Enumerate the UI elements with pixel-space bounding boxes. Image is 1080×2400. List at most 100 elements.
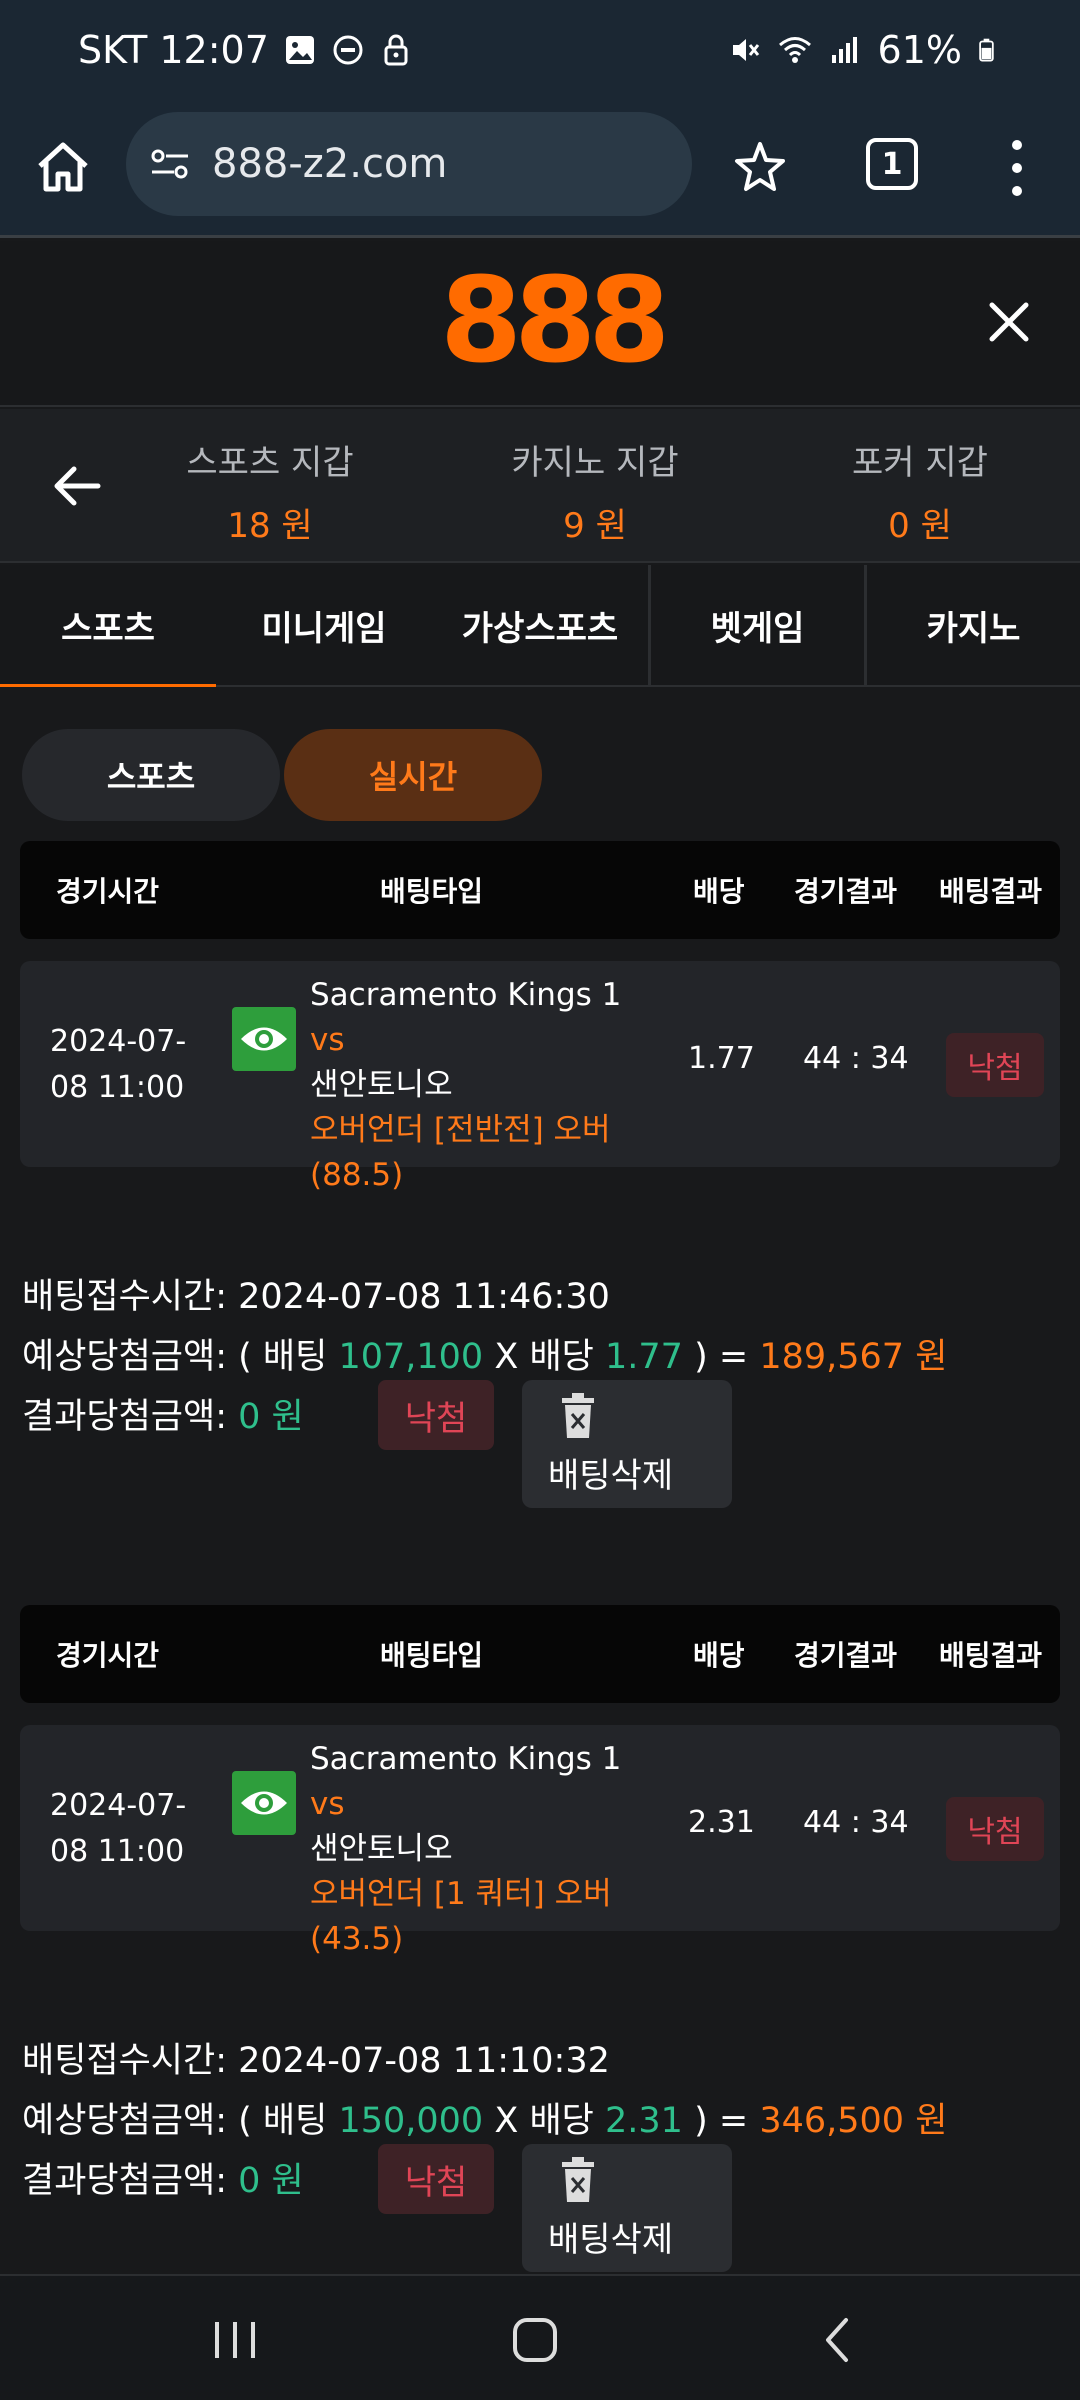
bet-word: ( 배팅 <box>238 2101 328 2141</box>
header-match-result: 경기결과 <box>794 875 898 908</box>
odds-word: X 배당 <box>494 1337 594 1377</box>
final-win-line: 결과당첨금액: 0 원 <box>22 1388 304 1439</box>
vs-label: vs <box>310 1786 345 1822</box>
bet-line: (43.5) <box>310 1921 404 1957</box>
bet-amount: 107,100 <box>338 1337 484 1377</box>
tab-count: 1 <box>881 146 903 182</box>
match-time: 2024-07- 08 11:00 <box>50 1019 200 1111</box>
site-settings-icon[interactable] <box>148 142 192 186</box>
eye-icon <box>241 1791 287 1815</box>
home-nav-icon[interactable] <box>505 2312 565 2368</box>
back-arrow-icon[interactable] <box>50 459 104 513</box>
team-away: 샌안토니오 <box>310 1831 453 1867</box>
delete-label: 배팅삭제 <box>548 1456 674 1496</box>
final-win-line: 결과당첨금액: 0 원 <box>22 2152 304 2203</box>
odds-value: 2.31 <box>688 1805 755 1840</box>
final-result-badge: 낙첨 <box>378 1380 494 1450</box>
final-amount: 0 원 <box>238 2161 304 2201</box>
header-match-time: 경기시간 <box>56 1639 160 1672</box>
received-label: 배팅접수시간: <box>22 2041 227 2081</box>
browser-menu-button[interactable] <box>1000 140 1034 196</box>
team-away: 샌안토니오 <box>310 1067 453 1103</box>
odds-amount: 1.77 <box>605 1337 683 1377</box>
tab-betgame[interactable]: 벳게임 <box>648 565 864 685</box>
final-amount: 0 원 <box>238 1397 304 1437</box>
header-odds: 배당 <box>693 875 745 908</box>
lock-icon <box>384 34 408 66</box>
bet-line: (88.5) <box>310 1157 404 1193</box>
bet-amount: 150,000 <box>338 2101 484 2141</box>
odds-amount: 2.31 <box>605 2101 683 2141</box>
view-match-button[interactable] <box>232 1771 296 1835</box>
address-bar[interactable]: 888-z2.com <box>126 112 692 216</box>
bet-option: 오버언더 [1 쿼터] 오버 <box>310 1876 612 1912</box>
wifi-icon <box>778 37 811 63</box>
wallet-poker: 포커 지갑 0 원 <box>820 435 1020 547</box>
bet-summary: 배팅접수시간: 2024-07-08 11:10:32 예상당첨금액: ( 배팅… <box>22 2032 1062 2272</box>
bet-result-badge: 낙첨 <box>946 1797 1044 1861</box>
header-bet-type: 배팅타입 <box>380 875 484 908</box>
expected-win-line: 예상당첨금액: ( 배팅 107,100 X 배당 1.77 ) = 189,5… <box>22 1328 947 1379</box>
wallet-value: 9 원 <box>563 506 627 546</box>
back-nav-icon[interactable] <box>810 2312 870 2368</box>
bet-summary: 배팅접수시간: 2024-07-08 11:46:30 예상당첨금액: ( 배팅… <box>22 1268 1062 1508</box>
url-text[interactable]: 888-z2.com <box>212 141 447 187</box>
expected-label: 예상당첨금액: <box>22 2101 227 2141</box>
header-bet-result: 배팅결과 <box>939 875 1043 908</box>
trash-icon <box>562 2157 594 2202</box>
received-label: 배팅접수시간: <box>22 1277 227 1317</box>
delete-bet-button[interactable]: 배팅삭제 <box>522 1380 732 1508</box>
vs-label: vs <box>310 1022 345 1058</box>
gallery-icon <box>285 36 314 64</box>
tab-sports[interactable]: 스포츠 <box>0 565 216 687</box>
bet-result-badge: 낙첨 <box>946 1033 1044 1097</box>
wallet-label: 포커 지갑 <box>852 443 988 483</box>
view-match-button[interactable] <box>232 1007 296 1071</box>
wallet-casino: 카지노 지갑 9 원 <box>495 435 695 547</box>
browser-toolbar: 888-z2.com 1 <box>0 108 1080 238</box>
carrier-time: SKT 12:07 <box>78 28 269 72</box>
close-icon[interactable] <box>986 299 1032 345</box>
wallet-label: 스포츠 지갑 <box>186 443 354 483</box>
date-line: 2024-07- <box>50 1024 187 1059</box>
final-label: 결과당첨금액: <box>22 2161 227 2201</box>
tab-virtual-sports[interactable]: 가상스포츠 <box>432 565 648 685</box>
battery-icon <box>979 38 994 62</box>
table-header: 경기시간 배팅타입 배당 경기결과 배팅결과 <box>20 841 1060 939</box>
match-score: 44 : 34 <box>803 1805 909 1840</box>
sub-tabs: 스포츠 실시간 <box>22 729 542 821</box>
site-logo[interactable]: 888 <box>440 261 670 379</box>
final-label: 결과당첨금액: <box>22 1397 227 1437</box>
home-icon[interactable] <box>34 138 92 196</box>
header-odds: 배당 <box>693 1639 745 1672</box>
category-tabs: 스포츠 미니게임 가상스포츠 벳게임 카지노 <box>0 565 1080 687</box>
bet-option: 오버언더 [전반전] 오버 <box>310 1112 611 1148</box>
odds-value: 1.77 <box>688 1041 755 1076</box>
equals-sign: ) = <box>694 2101 749 2141</box>
signal-icon <box>831 37 857 63</box>
match-score: 44 : 34 <box>803 1041 909 1076</box>
tab-minigame[interactable]: 미니게임 <box>216 565 432 685</box>
received-time-line: 배팅접수시간: 2024-07-08 11:10:32 <box>22 2032 610 2083</box>
recent-apps-icon[interactable] <box>205 2312 265 2368</box>
subtab-live[interactable]: 실시간 <box>284 729 542 821</box>
tab-casino[interactable]: 카지노 <box>864 565 1080 685</box>
bet-type: Sacramento Kings 1 vs 샌안토니오 오버언더 [전반전] 오… <box>310 973 650 1198</box>
tab-switcher-button[interactable]: 1 <box>866 138 918 190</box>
site-header: 888 <box>0 241 1080 407</box>
wallet-row: 스포츠 지갑 18 원 카지노 지갑 9 원 포커 지갑 0 원 <box>0 409 1080 563</box>
odds-word: X 배당 <box>494 2101 594 2141</box>
bookmark-star-icon[interactable] <box>730 138 790 198</box>
expected-amount: 189,567 원 <box>759 1337 948 1377</box>
bet-type: Sacramento Kings 1 vs 샌안토니오 오버언더 [1 쿼터] … <box>310 1737 650 1962</box>
delete-bet-button[interactable]: 배팅삭제 <box>522 2144 732 2272</box>
date-line: 08 11:00 <box>50 1070 185 1105</box>
expected-win-line: 예상당첨금액: ( 배팅 150,000 X 배당 2.31 ) = 346,5… <box>22 2092 947 2143</box>
header-match-result: 경기결과 <box>794 1639 898 1672</box>
subtab-sports[interactable]: 스포츠 <box>22 729 280 821</box>
wallet-label: 카지노 지갑 <box>511 443 679 483</box>
status-left: SKT 12:07 <box>78 28 413 72</box>
wallet-value: 0 원 <box>888 506 952 546</box>
match-time: 2024-07- 08 11:00 <box>50 1783 200 1875</box>
mute-icon <box>732 39 759 61</box>
